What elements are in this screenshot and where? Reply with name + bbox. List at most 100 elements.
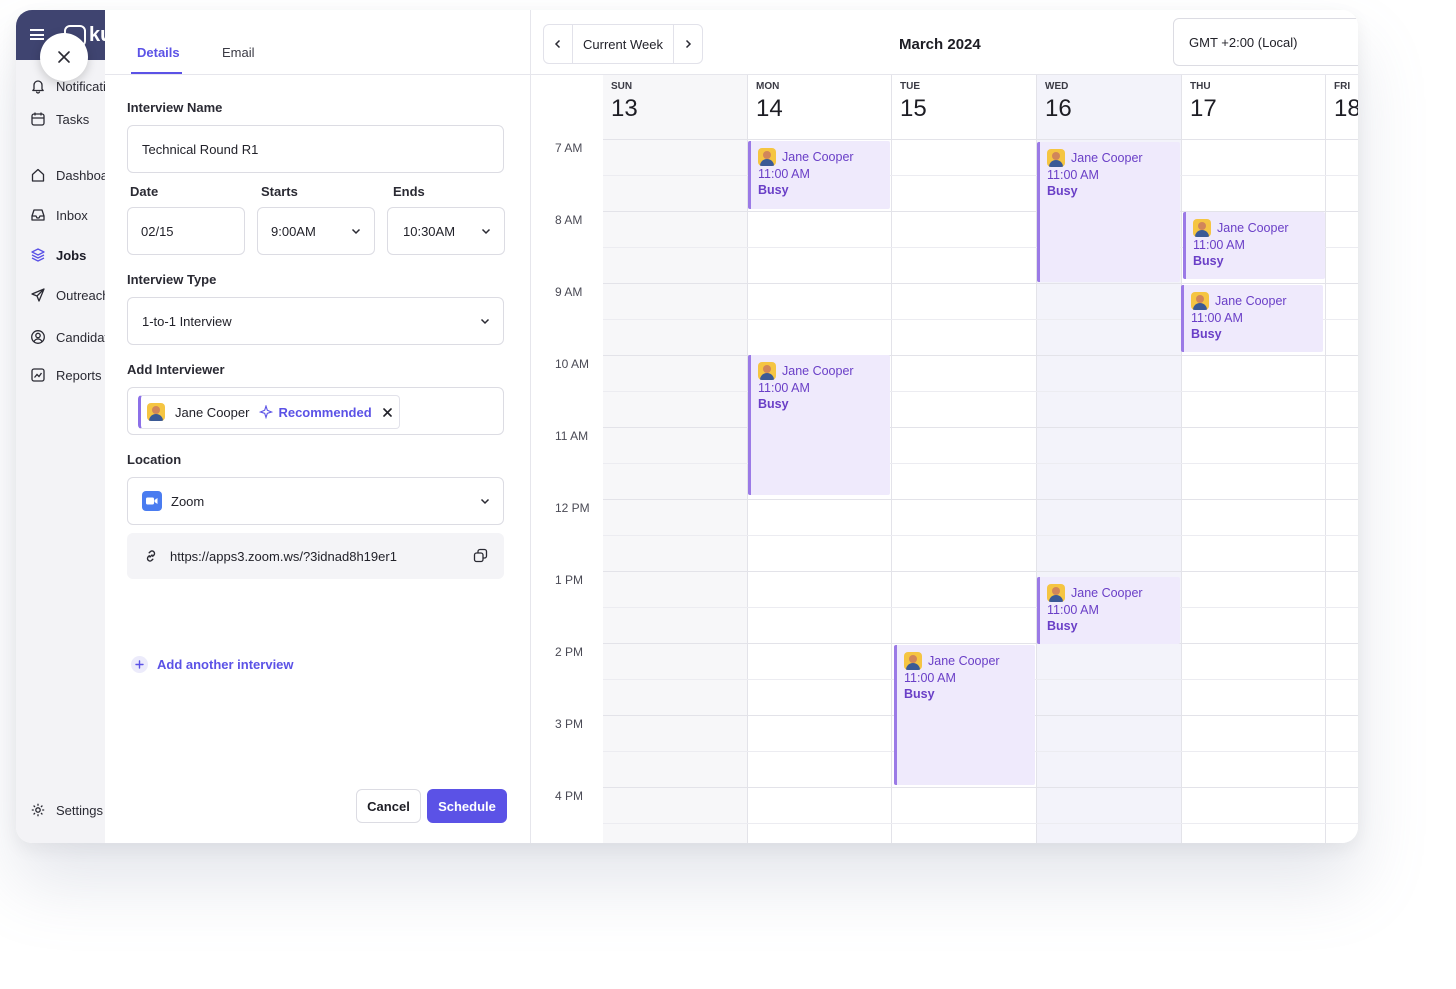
copy-icon[interactable] — [473, 548, 488, 563]
calendar-event[interactable]: Jane Cooper 11:00 AM Busy — [1037, 142, 1180, 282]
day-number: 15 — [900, 95, 927, 122]
half-hour-line — [603, 535, 1358, 536]
location-select[interactable]: Zoom — [127, 477, 504, 525]
meeting-link-row: https://apps3.zoom.ws/?3idnad8h19er1 — [127, 533, 504, 579]
sidebar-item-inbox[interactable]: Inbox — [30, 205, 88, 225]
calendar-event[interactable]: Jane Cooper 11:00 AM Busy — [1183, 212, 1325, 279]
half-hour-line — [603, 391, 1358, 392]
sidebar-item-label: Jobs — [56, 247, 87, 263]
event-status: Busy — [1193, 254, 1224, 268]
sidebar-item-label: Settings — [56, 802, 103, 818]
hour-label: 11 AM — [555, 429, 589, 443]
chevron-down-icon — [480, 498, 490, 505]
sparkle-icon — [259, 405, 274, 419]
calendar-check-icon — [30, 111, 46, 127]
sidebar-item-label: Reports — [56, 367, 102, 383]
zoom-icon — [142, 491, 162, 511]
day-column-thu[interactable] — [1181, 75, 1325, 843]
interview-name-input[interactable]: Technical Round R1 — [127, 125, 504, 173]
day-number: 14 — [756, 95, 783, 122]
event-status: Busy — [1191, 327, 1222, 341]
close-button[interactable] — [40, 33, 88, 81]
hour-label: 8 AM — [555, 213, 583, 227]
avatar — [904, 652, 922, 670]
calendar: Current Week March 2024 GMT +2:00 (Local… — [531, 10, 1358, 843]
chevron-down-icon — [351, 228, 361, 235]
calendar-event[interactable]: Jane Cooper 11:00 AM Busy — [748, 355, 890, 495]
sidebar-item-tasks[interactable]: Tasks — [30, 109, 89, 129]
hour-label: 4 PM — [555, 789, 584, 803]
interviewer-input[interactable]: Jane Cooper Recommended — [127, 387, 504, 435]
schedule-button[interactable]: Schedule — [427, 789, 507, 823]
event-person: Jane Cooper — [1071, 586, 1143, 600]
timezone-select[interactable]: GMT +2:00 (Local) — [1173, 18, 1358, 66]
day-name: THU — [1190, 81, 1211, 92]
avatar — [1047, 149, 1065, 167]
event-status: Busy — [1047, 184, 1078, 198]
half-hour-line — [603, 607, 1358, 608]
date-input[interactable]: 02/15 — [127, 207, 245, 255]
tab-email[interactable]: Email — [222, 45, 255, 60]
day-name: WED — [1045, 81, 1069, 92]
send-icon — [30, 287, 46, 303]
sidebar-item-jobs[interactable]: Jobs — [30, 245, 86, 265]
tab-details[interactable]: Details — [137, 45, 180, 60]
prev-week-button[interactable] — [544, 25, 572, 63]
hour-label: 2 PM — [555, 645, 584, 659]
day-number: 13 — [611, 95, 638, 122]
ends-select[interactable]: 10:30AM — [387, 207, 505, 255]
add-another-label: Add another interview — [157, 657, 294, 672]
hour-label: 12 PM — [555, 501, 590, 515]
day-number: 18 — [1334, 95, 1358, 122]
location-value: Zoom — [171, 493, 205, 509]
sidebar-item-settings[interactable]: Settings — [30, 800, 103, 820]
event-person: Jane Cooper — [1071, 151, 1143, 165]
sidebar-item-reports[interactable]: Reports — [30, 365, 102, 385]
hour-line — [603, 643, 1358, 644]
half-hour-line — [603, 463, 1358, 464]
day-column-fri[interactable] — [1325, 75, 1358, 843]
avatar — [758, 362, 776, 380]
interview-type-value: 1-to-1 Interview — [142, 313, 232, 329]
date-value: 02/15 — [141, 223, 174, 239]
cancel-button[interactable]: Cancel — [356, 789, 421, 823]
hour-line — [603, 499, 1358, 500]
sidebar-item-label: Outreach — [56, 287, 110, 303]
avatar — [1193, 219, 1211, 237]
calendar-event[interactable]: Jane Cooper 11:00 AM Busy — [1037, 577, 1180, 644]
event-time: 11:00 AM — [1191, 311, 1243, 325]
hour-line — [603, 355, 1358, 356]
hour-label: 3 PM — [555, 717, 584, 731]
interview-name-label: Interview Name — [127, 100, 223, 115]
plus-icon — [131, 656, 148, 673]
event-person: Jane Cooper — [782, 150, 854, 164]
starts-select[interactable]: 9:00AM — [257, 207, 375, 255]
event-time: 11:00 AM — [758, 167, 810, 181]
remove-interviewer-icon[interactable] — [382, 407, 392, 417]
current-week-button[interactable]: Current Week — [572, 25, 674, 63]
next-week-button[interactable] — [674, 25, 702, 63]
chevron-left-icon — [554, 39, 561, 49]
hour-line — [603, 283, 1358, 284]
menu-icon[interactable] — [30, 29, 44, 40]
add-another-interview-link[interactable]: Add another interview — [131, 656, 294, 673]
recommended-badge: Recommended — [278, 404, 372, 420]
inbox-icon — [30, 207, 46, 223]
bell-icon — [30, 78, 46, 94]
calendar-event[interactable]: Jane Cooper 11:00 AM Busy — [748, 141, 890, 209]
location-label: Location — [127, 452, 182, 467]
add-interviewer-label: Add Interviewer — [127, 362, 225, 377]
calendar-event[interactable]: Jane Cooper 11:00 AM Busy — [1181, 285, 1323, 352]
hour-label: 10 AM — [555, 357, 590, 371]
ends-label: Ends — [393, 184, 425, 199]
hour-line — [603, 787, 1358, 788]
sidebar-item-outreach[interactable]: Outreach — [30, 285, 109, 305]
avatar — [147, 403, 165, 421]
calendar-event[interactable]: Jane Cooper 11:00 AM Busy — [894, 645, 1035, 785]
gear-icon — [30, 802, 46, 818]
event-person: Jane Cooper — [928, 654, 1000, 668]
starts-label: Starts — [261, 184, 298, 199]
hour-label: 9 AM — [555, 285, 583, 299]
interview-type-select[interactable]: 1-to-1 Interview — [127, 297, 504, 345]
interviewer-chip: Jane Cooper Recommended — [138, 395, 400, 429]
